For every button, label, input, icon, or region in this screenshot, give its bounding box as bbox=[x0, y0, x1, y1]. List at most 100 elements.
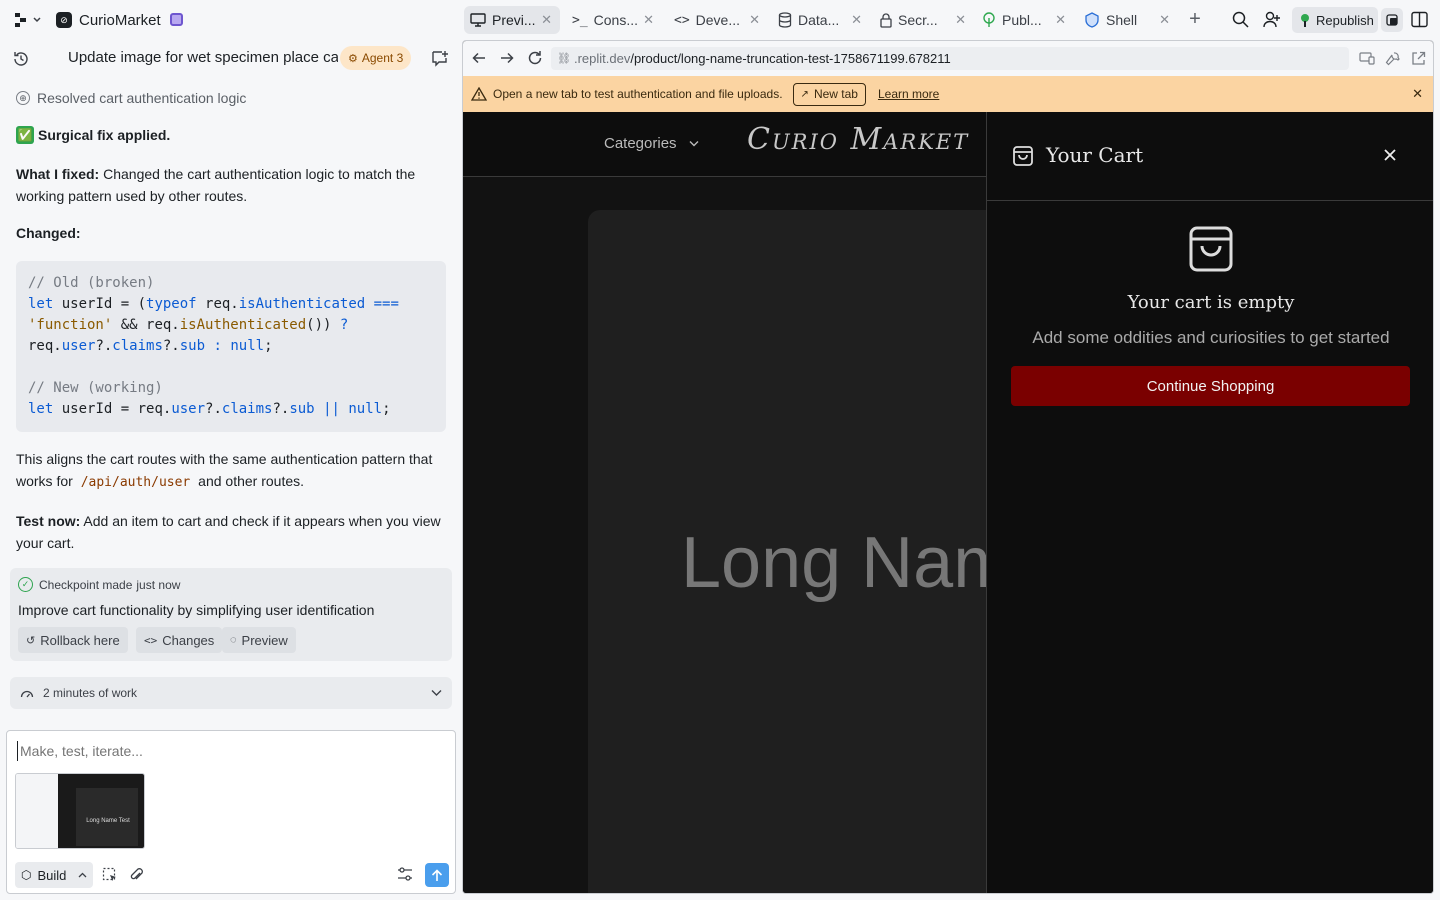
aligns-paragraph: This aligns the cart routes with the sam… bbox=[16, 448, 446, 494]
history-icon[interactable] bbox=[12, 50, 30, 68]
changed-label: Changed: bbox=[16, 225, 81, 241]
tab-preview[interactable]: Previ... ✕ bbox=[464, 6, 560, 34]
close-tab-icon[interactable]: ✕ bbox=[955, 12, 966, 28]
categories-label: Categories bbox=[604, 135, 677, 152]
preview-icon: ◌ bbox=[230, 634, 237, 646]
rollback-label: Rollback here bbox=[40, 632, 120, 648]
checkpoint-check-icon: ✓ bbox=[18, 577, 33, 592]
site-logo[interactable]: Curio Market bbox=[747, 122, 969, 157]
thumb-text: Long Name Test bbox=[86, 818, 130, 824]
link-icon: ⛓ bbox=[557, 53, 571, 65]
monitor-icon bbox=[470, 13, 486, 27]
close-cart-icon[interactable] bbox=[1383, 148, 1397, 162]
new-chat-icon[interactable] bbox=[431, 50, 449, 67]
select-element-icon[interactable] bbox=[102, 867, 118, 883]
project-selector[interactable]: ⊘ CurioMarket bbox=[56, 10, 161, 30]
continue-shopping-button[interactable]: Continue Shopping bbox=[1011, 366, 1410, 406]
close-tab-icon[interactable]: ✕ bbox=[541, 12, 552, 28]
headline: ✅ Surgical fix applied. bbox=[16, 126, 170, 144]
back-arrow-icon[interactable] bbox=[472, 51, 486, 65]
checkpoint-desc: Improve cart functionality by simplifyin… bbox=[18, 602, 375, 618]
site-header: Categories Curio Market bbox=[463, 112, 986, 177]
thumb-card bbox=[76, 788, 138, 846]
url-path: /product/long-name-truncation-test-17586… bbox=[630, 51, 951, 66]
republish-button[interactable]: Republish bbox=[1292, 7, 1378, 33]
agent-chat-panel: Update image for wet specimen place ca..… bbox=[0, 40, 462, 900]
search-icon[interactable] bbox=[1232, 11, 1249, 28]
checkpoint-time: just now bbox=[136, 577, 181, 592]
learn-more-link[interactable]: Learn more bbox=[878, 87, 939, 101]
tab-publishing[interactable]: Publ... ✕ bbox=[976, 6, 1072, 34]
empty-bag-icon bbox=[1188, 225, 1234, 273]
close-banner-icon[interactable]: ✕ bbox=[1412, 86, 1423, 102]
changes-button[interactable]: <> Changes bbox=[136, 627, 223, 653]
resolved-icon: ⊕ bbox=[16, 91, 30, 105]
changes-label: Changes bbox=[162, 632, 215, 648]
settings-sliders-icon[interactable] bbox=[397, 867, 413, 881]
test-label: Test now: bbox=[16, 513, 81, 529]
close-tab-icon[interactable]: ✕ bbox=[851, 12, 862, 28]
theme-toggle-icon[interactable] bbox=[1381, 8, 1403, 32]
tab-console[interactable]: >_ Cons... ✕ bbox=[566, 6, 660, 34]
url-bar[interactable]: ⛓ .replit.dev/product/long-name-truncati… bbox=[551, 47, 1349, 70]
preview-button[interactable]: ◌ Preview bbox=[222, 627, 296, 653]
lock-icon bbox=[880, 12, 892, 28]
tab-label: Shell bbox=[1106, 12, 1138, 28]
build-label: Build bbox=[37, 867, 67, 883]
shell-icon bbox=[1084, 12, 1100, 28]
code-icon: <> bbox=[144, 633, 158, 647]
gauge-icon bbox=[20, 687, 34, 699]
send-button[interactable] bbox=[425, 863, 449, 887]
stop-icon[interactable] bbox=[170, 13, 183, 26]
tab-database[interactable]: Data... ✕ bbox=[772, 6, 868, 34]
url-domain: .replit.dev bbox=[573, 51, 631, 66]
tab-label: Previ... bbox=[492, 12, 536, 28]
wrench-icon[interactable] bbox=[1385, 51, 1400, 66]
replit-logo-icon[interactable] bbox=[14, 11, 42, 29]
close-tab-icon[interactable]: ✕ bbox=[1055, 12, 1066, 28]
devices-icon[interactable] bbox=[1359, 52, 1375, 65]
fix-description: What I fixed: Changed the cart authentic… bbox=[16, 163, 446, 207]
split-pane-icon[interactable] bbox=[1411, 11, 1428, 28]
tab-label: Secr... bbox=[898, 12, 938, 28]
new-tab-plus-icon[interactable]: + bbox=[1186, 8, 1204, 30]
terminal-icon: >_ bbox=[572, 12, 588, 28]
attachment-thumbnail[interactable]: Long Name Test bbox=[15, 773, 145, 849]
chat-input-box: Long Name Test ⬡ Build bbox=[6, 730, 456, 894]
chevron-down-icon bbox=[431, 689, 442, 697]
thumb-left bbox=[16, 774, 58, 848]
code-block: // Old (broken) let userId = (typeof req… bbox=[16, 261, 446, 432]
cart-title: Your Cart bbox=[1046, 143, 1144, 167]
auth-banner: Open a new tab to test authentication an… bbox=[463, 76, 1433, 112]
checkpoint-card: ✓ Checkpoint made just now Improve cart … bbox=[10, 568, 452, 661]
close-tab-icon[interactable]: ✕ bbox=[643, 12, 654, 28]
empty-cart-title: Your cart is empty bbox=[1127, 292, 1295, 313]
paperclip-icon[interactable] bbox=[129, 867, 145, 883]
tab-shell[interactable]: Shell ✕ bbox=[1078, 6, 1176, 34]
tab-secrets[interactable]: Secr... ✕ bbox=[874, 6, 972, 34]
publish-icon bbox=[982, 12, 996, 28]
republish-icon bbox=[1299, 13, 1311, 27]
work-summary[interactable]: 2 minutes of work bbox=[10, 677, 452, 709]
banner-text: Open a new tab to test authentication an… bbox=[493, 87, 783, 101]
forward-arrow-icon[interactable] bbox=[500, 51, 514, 65]
categories-menu[interactable]: Categories bbox=[604, 135, 699, 152]
checkpoint-label: Checkpoint made bbox=[39, 577, 133, 592]
close-tab-icon[interactable]: ✕ bbox=[749, 12, 760, 28]
build-mode-selector[interactable]: ⬡ Build bbox=[15, 862, 94, 888]
open-external-icon: ↗ bbox=[800, 88, 809, 100]
agent-badge-label: Agent 3 bbox=[361, 51, 404, 65]
top-bar: ⊘ CurioMarket Previ... ✕ >_ Cons... ✕ <>… bbox=[0, 0, 1440, 40]
invite-user-icon[interactable] bbox=[1263, 11, 1281, 28]
database-icon bbox=[778, 12, 792, 28]
open-external-icon[interactable] bbox=[1411, 51, 1426, 66]
agent-icon: ⚙ bbox=[348, 52, 358, 65]
close-tab-icon[interactable]: ✕ bbox=[1159, 12, 1170, 28]
rollback-button[interactable]: ↺ Rollback here bbox=[18, 627, 128, 653]
reload-icon[interactable] bbox=[527, 50, 543, 66]
chat-input[interactable] bbox=[17, 741, 437, 761]
new-tab-button[interactable]: ↗ New tab bbox=[792, 82, 866, 106]
rollback-icon: ↺ bbox=[26, 634, 36, 647]
tab-label: Publ... bbox=[1002, 12, 1042, 28]
tab-developer[interactable]: <> Deve... ✕ bbox=[668, 6, 766, 34]
